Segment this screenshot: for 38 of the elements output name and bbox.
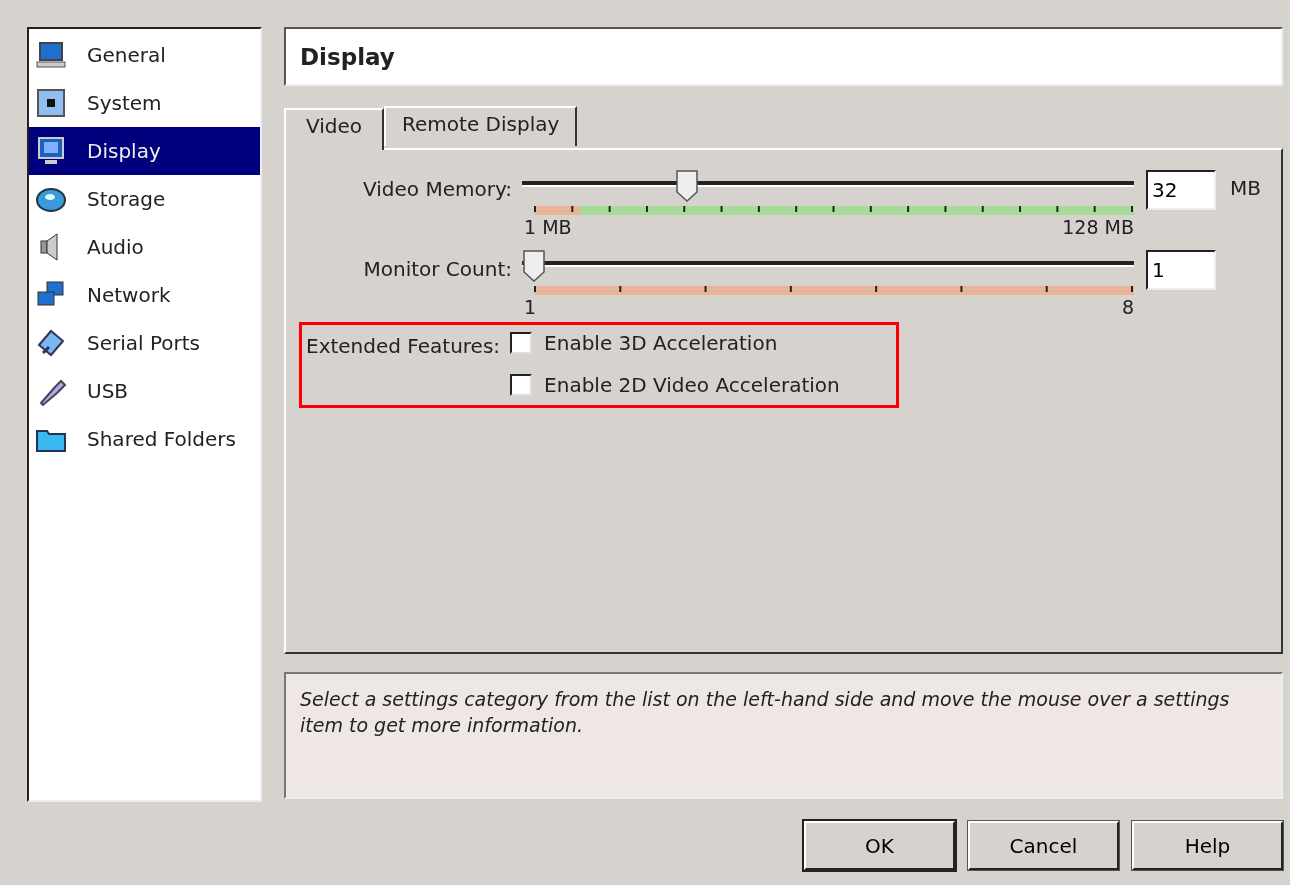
unit-label: MB: [1230, 176, 1261, 200]
category-item[interactable]: General: [29, 31, 260, 79]
category-item[interactable]: Audio: [29, 223, 260, 271]
max-label: 128 MB: [1062, 216, 1134, 238]
value-field[interactable]: 32: [1146, 170, 1216, 210]
laptop-icon: [35, 39, 67, 71]
slider-handle[interactable]: [523, 250, 545, 282]
tab[interactable]: Remote Display: [384, 106, 578, 146]
monitor-icon: [35, 135, 67, 167]
category-item[interactable]: System: [29, 79, 260, 127]
chip-icon: [35, 87, 67, 119]
page-title: Display: [300, 43, 395, 70]
category-item[interactable]: Serial Ports: [29, 319, 260, 367]
min-label: 1 MB: [524, 216, 572, 238]
slider[interactable]: [522, 170, 1134, 202]
slider[interactable]: [522, 250, 1134, 282]
slider-label: Monitor Count:: [362, 257, 513, 281]
value-field[interactable]: 1: [1146, 250, 1216, 290]
category-item[interactable]: Network: [29, 271, 260, 319]
slider-handle[interactable]: [676, 170, 698, 202]
min-label: 1: [524, 296, 537, 318]
slider-label: Video Memory:: [362, 177, 513, 201]
dialog-button[interactable]: Cancel: [968, 821, 1119, 870]
checkbox[interactable]: [510, 332, 533, 354]
dialog-button[interactable]: OK: [804, 821, 955, 870]
max-label: 8: [1121, 296, 1134, 318]
category-item[interactable]: Shared Folders: [29, 415, 260, 463]
category-item[interactable]: Display: [29, 127, 260, 175]
checkbox-label[interactable]: Enable 3D Acceleration: [544, 331, 778, 355]
info-text: Select a settings category from the list on the left-hand side and move the mouse over a settings item to get more information.: [300, 688, 1230, 736]
dialog-button[interactable]: Help: [1132, 821, 1283, 870]
checkbox[interactable]: [510, 374, 533, 396]
plug-icon: [35, 327, 67, 359]
checkbox-label[interactable]: Enable 2D Video Acceleration: [544, 373, 840, 397]
category-item[interactable]: USB: [29, 367, 260, 415]
category-item[interactable]: Storage: [29, 175, 260, 223]
tab[interactable]: Video: [284, 108, 385, 150]
features-label: Extended Features:: [306, 334, 502, 360]
